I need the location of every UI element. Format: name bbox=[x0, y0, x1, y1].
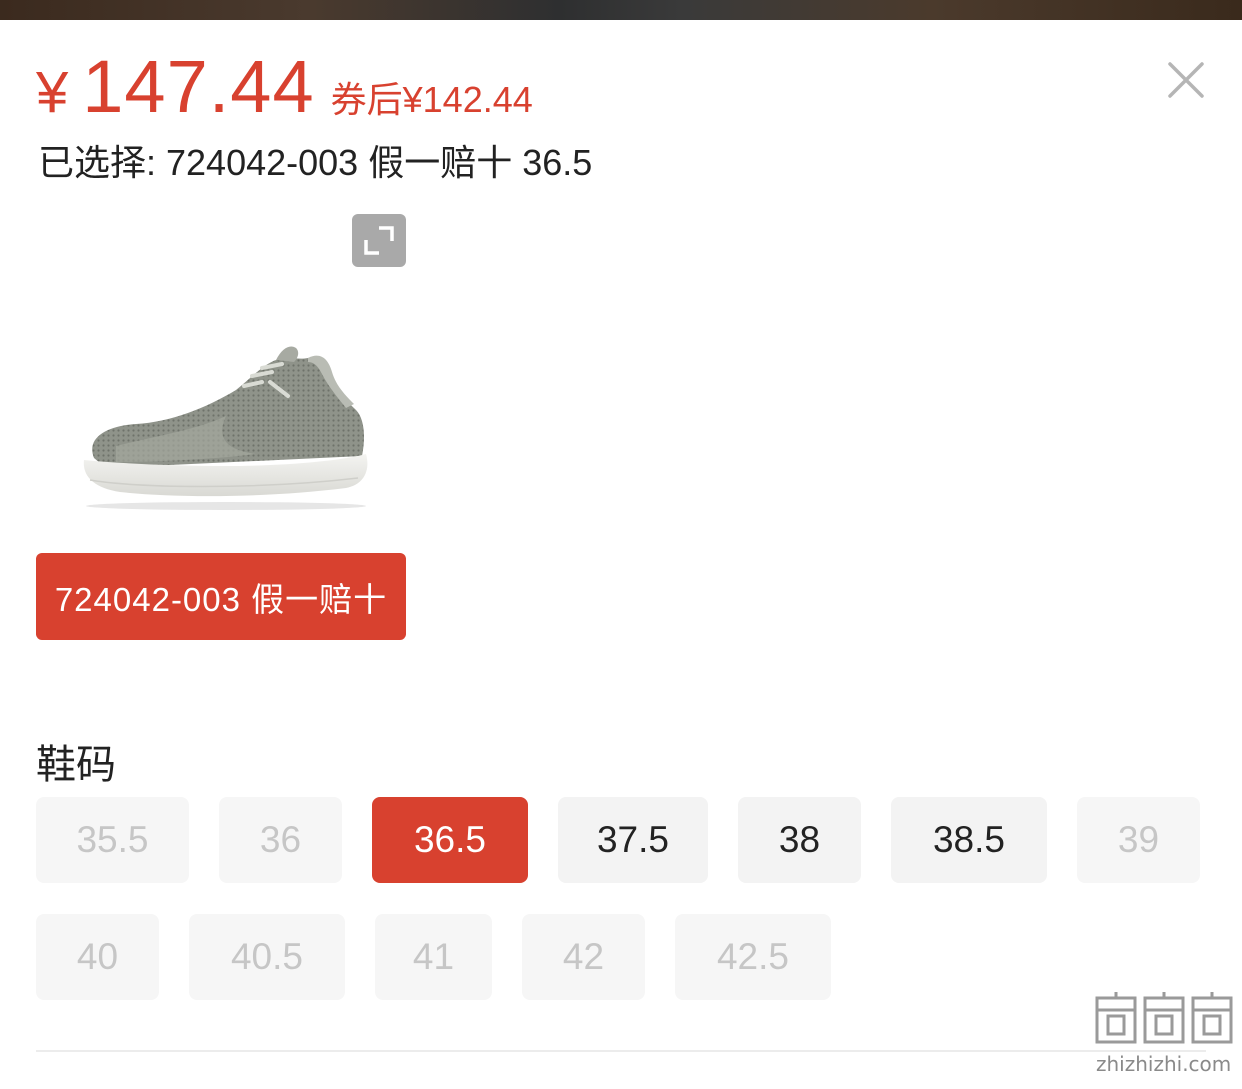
expand-image-button[interactable] bbox=[352, 214, 406, 267]
variant-option-724042-003[interactable]: 724042-003 假一赔十 bbox=[36, 553, 406, 640]
size-option-42-5: 42.5 bbox=[675, 914, 831, 1000]
sku-selector-sheet: ¥ 147.44 券后¥142.44 已选择: 724042-003 假一赔十 3… bbox=[0, 20, 1242, 1089]
watermark-text: zhizhizhi.com bbox=[1096, 1052, 1232, 1076]
selected-summary: 已选择: 724042-003 假一赔十 36.5 bbox=[38, 134, 592, 186]
size-option-35-5: 35.5 bbox=[36, 797, 189, 883]
coupon-price: 券后¥142.44 bbox=[331, 71, 533, 123]
size-option-39: 39 bbox=[1077, 797, 1200, 883]
watermark: zhizhizhi.com bbox=[1094, 990, 1236, 1085]
price-row: ¥ 147.44 券后¥142.44 bbox=[36, 44, 533, 128]
expand-icon bbox=[364, 226, 394, 255]
size-option-38-5[interactable]: 38.5 bbox=[891, 797, 1047, 883]
product-thumbnail[interactable] bbox=[76, 338, 376, 514]
section-divider bbox=[36, 1050, 1206, 1052]
size-section-title: 鞋码 bbox=[36, 743, 116, 787]
size-option-42: 42 bbox=[522, 914, 645, 1000]
price-amount: 147.44 bbox=[82, 45, 315, 128]
product-image-strip bbox=[0, 0, 1242, 20]
coupon-label: 券后 bbox=[330, 79, 403, 120]
size-option-40: 40 bbox=[36, 914, 159, 1000]
coupon-amount: ¥142.44 bbox=[402, 79, 533, 120]
close-button[interactable] bbox=[1164, 58, 1208, 102]
watermark-logo bbox=[1094, 990, 1236, 1046]
size-option-36: 36 bbox=[219, 797, 342, 883]
size-option-37-5[interactable]: 37.5 bbox=[558, 797, 708, 883]
size-option-40-5: 40.5 bbox=[189, 914, 345, 1000]
close-icon bbox=[1168, 62, 1204, 98]
size-option-36-5[interactable]: 36.5 bbox=[372, 797, 528, 883]
selected-value: 724042-003 假一赔十 36.5 bbox=[166, 142, 593, 183]
price-currency: ¥ bbox=[36, 60, 69, 125]
size-option-38[interactable]: 38 bbox=[738, 797, 861, 883]
size-option-41: 41 bbox=[375, 914, 492, 1000]
selected-label: 已选择: bbox=[38, 142, 157, 183]
